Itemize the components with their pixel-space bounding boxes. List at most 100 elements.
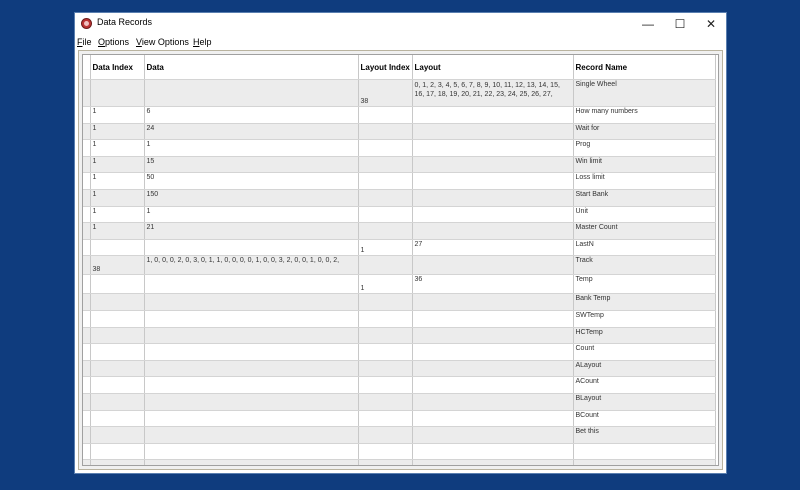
row-header[interactable] — [83, 393, 91, 411]
cell-record-name[interactable]: SWTemp — [573, 310, 716, 328]
cell-data-index[interactable] — [90, 426, 145, 444]
cell-layout-index[interactable]: 1 — [358, 239, 413, 257]
cell-layout-index[interactable] — [358, 459, 413, 465]
cell-record-name[interactable]: Unit — [573, 206, 716, 224]
row-header[interactable] — [83, 327, 91, 345]
column-header-data[interactable]: Data — [144, 55, 359, 80]
cell-layout[interactable] — [412, 310, 574, 328]
cell-record-name[interactable]: Bank Temp — [573, 293, 716, 311]
row-header[interactable] — [83, 360, 91, 378]
table-row[interactable]: 38 0, 1, 2, 3, 4, 5, 6, 7, 8, 9, 10, 11, … — [83, 79, 716, 107]
row-header[interactable] — [83, 79, 91, 107]
row-header[interactable] — [83, 459, 91, 465]
cell-data-index[interactable]: 38 — [90, 255, 145, 276]
table-row[interactable]: 1 24 Wait for — [83, 123, 716, 141]
cell-record-name[interactable]: Count — [573, 343, 716, 361]
cell-data[interactable] — [144, 310, 359, 328]
cell-layout[interactable]: 27 — [412, 239, 574, 257]
row-header[interactable] — [83, 310, 91, 328]
cell-data-index[interactable] — [90, 239, 145, 257]
table-row[interactable]: 1 1 Unit — [83, 206, 716, 224]
cell-layout[interactable] — [412, 393, 574, 411]
table-row[interactable]: ACount — [83, 376, 716, 394]
title-bar[interactable]: Data Records — ☐ ✕ — [75, 13, 726, 35]
cell-layout-index[interactable] — [358, 189, 413, 207]
cell-data-index[interactable]: 1 — [90, 206, 145, 224]
maximize-button[interactable]: ☐ — [665, 13, 695, 35]
table-row[interactable]: Count — [83, 343, 716, 361]
cell-record-name[interactable] — [573, 443, 716, 461]
close-button[interactable]: ✕ — [696, 13, 726, 35]
cell-data[interactable] — [144, 393, 359, 411]
cell-layout-index[interactable] — [358, 139, 413, 157]
table-row[interactable]: BLayout — [83, 393, 716, 411]
table-row[interactable]: 1 50 Loss limit — [83, 172, 716, 190]
cell-data-index[interactable]: 1 — [90, 123, 145, 141]
row-header[interactable] — [83, 376, 91, 394]
cell-layout-index[interactable]: 38 — [358, 79, 413, 107]
cell-data[interactable]: 6 — [144, 106, 359, 124]
cell-record-name[interactable]: Single Wheel — [573, 79, 716, 107]
cell-data[interactable] — [144, 443, 359, 461]
cell-layout[interactable] — [412, 189, 574, 207]
table-row[interactable]: 38 1, 0, 0, 0, 2, 0, 3, 0, 1, 1, 0, 0, 0,… — [83, 255, 716, 276]
cell-record-name[interactable]: ALayout — [573, 360, 716, 378]
cell-data-index[interactable]: 1 — [90, 189, 145, 207]
cell-layout[interactable] — [412, 360, 574, 378]
cell-layout-index[interactable] — [358, 123, 413, 141]
table-row[interactable] — [83, 459, 716, 465]
cell-record-name[interactable]: Loss limit — [573, 172, 716, 190]
table-row[interactable]: BCount — [83, 410, 716, 428]
cell-layout[interactable] — [412, 443, 574, 461]
records-grid[interactable]: Data Index Data Layout Index Layout Reco… — [82, 54, 719, 466]
cell-layout[interactable]: 0, 1, 2, 3, 4, 5, 6, 7, 8, 9, 10, 11, 12… — [412, 79, 574, 107]
cell-layout[interactable] — [412, 426, 574, 444]
menu-help[interactable]: Help — [193, 35, 212, 49]
row-header[interactable] — [83, 274, 91, 295]
column-header-layout-index[interactable]: Layout Index — [358, 55, 413, 80]
cell-layout[interactable] — [412, 172, 574, 190]
cell-record-name[interactable]: BLayout — [573, 393, 716, 411]
column-header-layout[interactable]: Layout — [412, 55, 574, 80]
cell-layout-index[interactable] — [358, 255, 413, 276]
menu-options[interactable]: Options — [98, 35, 129, 49]
cell-layout[interactable] — [412, 139, 574, 157]
cell-data[interactable]: 50 — [144, 172, 359, 190]
cell-record-name[interactable]: HCTemp — [573, 327, 716, 345]
cell-record-name[interactable]: Start Bank — [573, 189, 716, 207]
cell-layout[interactable] — [412, 255, 574, 276]
row-header[interactable] — [83, 239, 91, 257]
table-row[interactable]: 1 6 How many numbers — [83, 106, 716, 124]
cell-data-index[interactable]: 1 — [90, 156, 145, 174]
cell-data-index[interactable] — [90, 376, 145, 394]
cell-layout[interactable] — [412, 222, 574, 240]
cell-layout[interactable] — [412, 106, 574, 124]
table-row[interactable]: HCTemp — [83, 327, 716, 345]
cell-record-name[interactable]: Prog — [573, 139, 716, 157]
cell-data[interactable]: 15 — [144, 156, 359, 174]
cell-layout-index[interactable] — [358, 426, 413, 444]
cell-data[interactable] — [144, 274, 359, 295]
cell-layout-index[interactable] — [358, 376, 413, 394]
cell-record-name[interactable]: Master Count — [573, 222, 716, 240]
row-header[interactable] — [83, 156, 91, 174]
cell-layout-index[interactable]: 1 — [358, 274, 413, 295]
cell-layout-index[interactable] — [358, 222, 413, 240]
table-row[interactable] — [83, 443, 716, 461]
cell-layout-index[interactable] — [358, 410, 413, 428]
cell-record-name[interactable]: BCount — [573, 410, 716, 428]
cell-record-name[interactable]: ACount — [573, 376, 716, 394]
row-header[interactable] — [83, 222, 91, 240]
cell-layout[interactable] — [412, 376, 574, 394]
row-header[interactable] — [83, 410, 91, 428]
cell-layout-index[interactable] — [358, 310, 413, 328]
cell-data[interactable] — [144, 376, 359, 394]
cell-data-index[interactable] — [90, 310, 145, 328]
row-header[interactable] — [83, 139, 91, 157]
cell-record-name[interactable]: Win limit — [573, 156, 716, 174]
column-header-data-index[interactable]: Data Index — [90, 55, 145, 80]
row-header[interactable] — [83, 106, 91, 124]
cell-data-index[interactable] — [90, 360, 145, 378]
table-row[interactable]: 1 15 Win limit — [83, 156, 716, 174]
cell-data[interactable] — [144, 327, 359, 345]
